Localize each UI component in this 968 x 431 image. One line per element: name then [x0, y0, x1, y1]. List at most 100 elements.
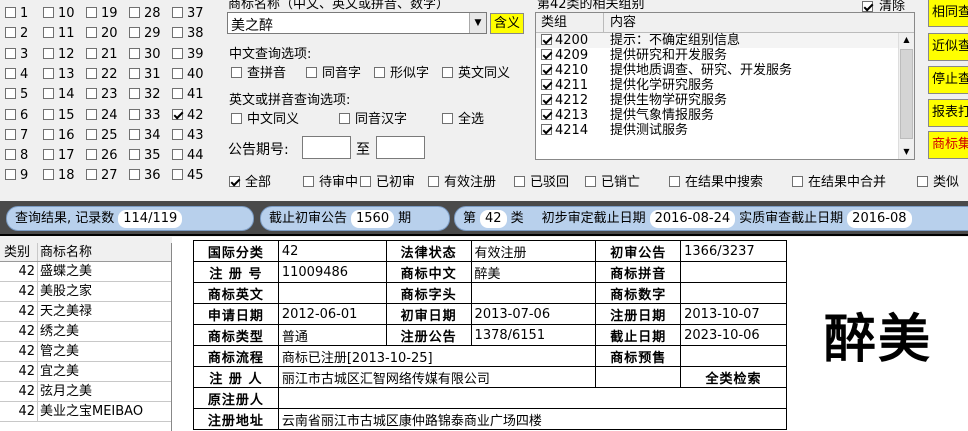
trademark-set-button[interactable]: 商标集: [928, 131, 968, 159]
class-checkbox[interactable]: 6: [5, 106, 28, 126]
group-row[interactable]: 4210 提供地质调查、研究、开发服务: [536, 63, 914, 78]
class-checkbox[interactable]: 24: [86, 106, 118, 126]
class-checkbox[interactable]: 38: [172, 24, 204, 44]
class-checkbox[interactable]: 21: [86, 45, 118, 65]
class-checkbox[interactable]: 22: [86, 65, 118, 85]
class-checkbox[interactable]: 15: [43, 106, 75, 126]
class-checkbox[interactable]: 3: [5, 45, 28, 65]
checkbox-icon[interactable]: [541, 49, 552, 60]
group-list-scrollbar[interactable]: ▲ ▼: [898, 33, 914, 159]
class-checkbox[interactable]: 45: [172, 166, 204, 186]
en-opt-select-all[interactable]: 全选: [442, 110, 484, 130]
class-checkbox[interactable]: 27: [86, 166, 118, 186]
filter-prelim[interactable]: 已初审: [360, 173, 415, 193]
checkbox-icon[interactable]: [541, 94, 552, 105]
class-checkbox[interactable]: 28: [129, 4, 161, 24]
class-checkbox[interactable]: 29: [129, 24, 161, 44]
class-checkbox[interactable]: 8: [5, 146, 28, 166]
class-checkbox[interactable]: 25: [86, 126, 118, 146]
filter-rejected[interactable]: 已驳回: [514, 173, 569, 193]
group-row[interactable]: 4212 提供生物学研究服务: [536, 93, 914, 108]
cn-opt-en-synonym[interactable]: 英文同义: [442, 64, 510, 84]
same-search-button[interactable]: 相同查: [928, 0, 968, 27]
group-row[interactable]: 4214 提供测试服务: [536, 123, 914, 138]
list-item[interactable]: 42 弦月之美: [0, 382, 171, 402]
class-checkbox[interactable]: 34: [129, 126, 161, 146]
class-checkbox[interactable]: 43: [172, 126, 204, 146]
cn-opt-similar-shape[interactable]: 形似字: [374, 64, 429, 84]
list-item[interactable]: 42 绣之美: [0, 322, 171, 342]
filter-registered[interactable]: 有效注册: [428, 173, 496, 193]
class-checkbox[interactable]: 17: [43, 146, 75, 166]
filter-merge-in-results[interactable]: 在结果中合并: [792, 173, 886, 193]
class-checkbox[interactable]: 30: [129, 45, 161, 65]
scroll-up-icon[interactable]: ▲: [899, 33, 914, 47]
class-checkbox[interactable]: 26: [86, 146, 118, 166]
class-checkbox[interactable]: 5: [5, 85, 28, 105]
list-item[interactable]: 42 美业之宝MEIBAO: [0, 402, 171, 422]
list-item[interactable]: 42 盛蝶之美: [0, 262, 171, 282]
class-checkbox[interactable]: 20: [86, 24, 118, 44]
all-class-search-button[interactable]: 全类检索: [680, 366, 787, 388]
group-row[interactable]: 4213 提供气象情报服务: [536, 108, 914, 123]
checkbox-icon[interactable]: [541, 34, 552, 45]
class-checkbox[interactable]: 1: [5, 4, 28, 24]
trademark-name-combo[interactable]: 美之醉 ▼: [227, 12, 487, 34]
class-checkbox[interactable]: 11: [43, 24, 75, 44]
filter-search-in-results[interactable]: 在结果中搜索: [669, 173, 763, 193]
checkbox-icon[interactable]: [541, 109, 552, 120]
list-item[interactable]: 42 管之美: [0, 342, 171, 362]
class-checkbox[interactable]: 2: [5, 24, 28, 44]
class-checkbox[interactable]: 14: [43, 85, 75, 105]
list-item[interactable]: 42 宜之美: [0, 362, 171, 382]
class-checkbox[interactable]: 32: [129, 85, 161, 105]
class-checkbox[interactable]: 39: [172, 45, 204, 65]
class-checkbox[interactable]: 37: [172, 4, 204, 24]
filter-dead[interactable]: 已销亡: [585, 173, 640, 193]
class-checkbox[interactable]: 16: [43, 126, 75, 146]
class-checkbox[interactable]: 7: [5, 126, 28, 146]
group-list[interactable]: 类组 内容 4200 提示：不确定组别信息 4209 提供研究和开发服务 4210 提供地…: [535, 12, 915, 160]
similar-search-button[interactable]: 近似查: [928, 33, 968, 61]
class-checkbox[interactable]: 4: [5, 65, 28, 85]
class-checkbox[interactable]: 19: [86, 4, 118, 24]
class-checkbox[interactable]: 41: [172, 85, 204, 105]
class-checkbox[interactable]: 18: [43, 166, 75, 186]
class-checkbox[interactable]: 33: [129, 106, 161, 126]
class-checkbox[interactable]: 10: [43, 4, 75, 24]
group-row[interactable]: 4200 提示：不确定组别信息: [536, 33, 914, 48]
checkbox-icon[interactable]: [541, 64, 552, 75]
list-item[interactable]: 42 天之美禄: [0, 302, 171, 322]
meaning-button[interactable]: 含义: [490, 13, 524, 34]
cn-opt-homophone[interactable]: 同音字: [306, 64, 361, 84]
en-opt-homophone-chars[interactable]: 同音汉字: [339, 110, 407, 130]
class-checkbox[interactable]: 13: [43, 65, 75, 85]
class-checkbox[interactable]: 44: [172, 146, 204, 166]
gazette-from-input[interactable]: [302, 136, 351, 159]
class-checkbox[interactable]: 31: [129, 65, 161, 85]
checkbox-icon[interactable]: [541, 124, 552, 135]
group-row[interactable]: 4209 提供研究和开发服务: [536, 48, 914, 63]
scroll-thumb[interactable]: [900, 49, 913, 139]
cn-opt-pinyin[interactable]: 查拼音: [231, 64, 286, 84]
filter-similar[interactable]: 类似: [917, 173, 959, 193]
class-checkbox[interactable]: 36: [129, 166, 161, 186]
en-opt-cn-synonym[interactable]: 中文同义: [231, 110, 299, 130]
class-checkbox[interactable]: 35: [129, 146, 161, 166]
scroll-down-icon[interactable]: ▼: [899, 145, 914, 159]
list-item[interactable]: 42 美股之家: [0, 282, 171, 302]
class-checkbox[interactable]: 9: [5, 166, 28, 186]
report-print-button[interactable]: 报表打: [928, 99, 968, 127]
chevron-down-icon[interactable]: ▼: [469, 13, 486, 33]
gazette-to-input[interactable]: [376, 136, 425, 159]
class-checkbox[interactable]: 42: [172, 106, 204, 126]
class-checkbox[interactable]: 23: [86, 85, 118, 105]
filter-all[interactable]: 全部: [229, 173, 271, 193]
class-checkbox[interactable]: 40: [172, 65, 204, 85]
filter-pending[interactable]: 待审中: [303, 173, 358, 193]
group-row[interactable]: 4211 提供化学研究服务: [536, 78, 914, 93]
class-checkbox[interactable]: 12: [43, 45, 75, 65]
checkbox-icon[interactable]: [541, 79, 552, 90]
stop-search-button[interactable]: 停止查: [928, 66, 968, 94]
result-list[interactable]: 类别 商标名称 42 盛蝶之美 42 美股之家 42 天之美禄 42 绣之美 42 管之美 42 宜之…: [0, 243, 172, 431]
